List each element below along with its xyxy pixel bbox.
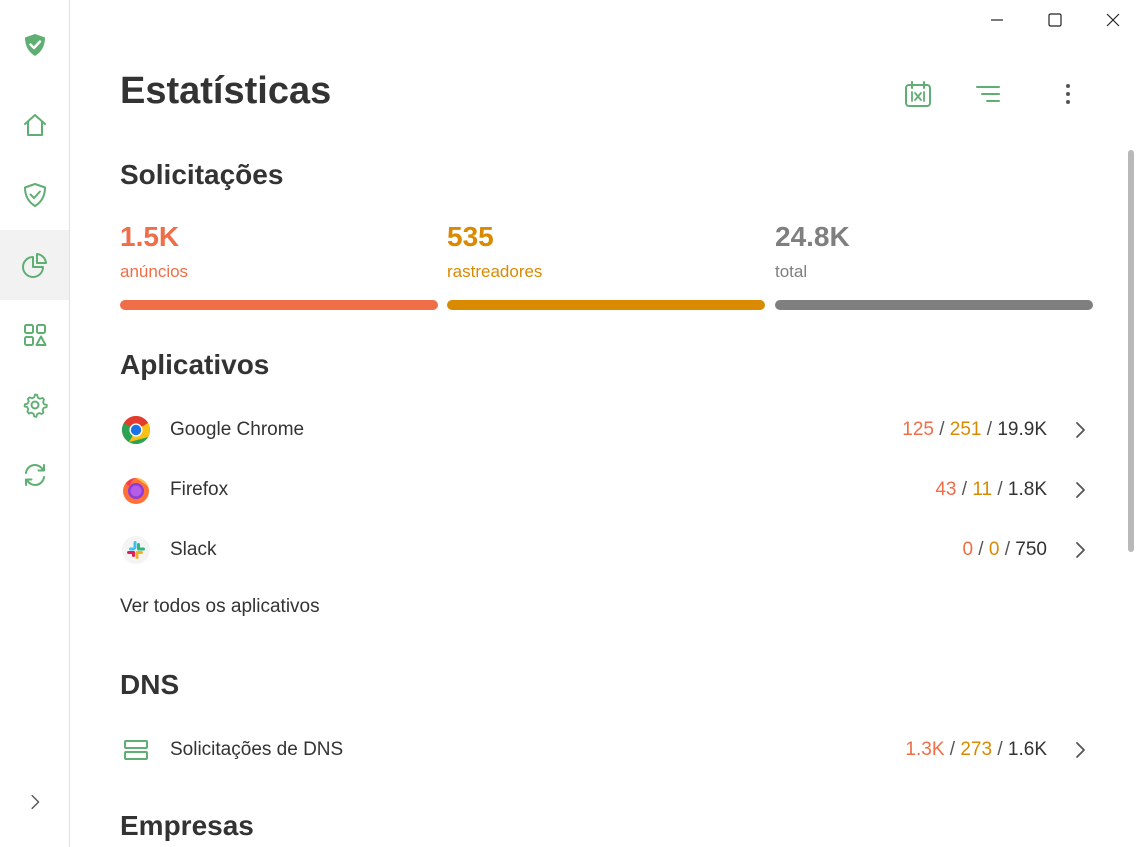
sidebar-item-settings[interactable] xyxy=(0,370,69,440)
minimize-icon xyxy=(991,19,1003,21)
trackers-count: 251 xyxy=(949,419,982,440)
ads-count: 1.5K xyxy=(120,221,180,252)
dns-servers-icon xyxy=(120,734,152,766)
app-counts: 43 / 11 / 1.8K xyxy=(935,479,1047,501)
trackers-count: 273 xyxy=(960,739,993,760)
app-name: Google Chrome xyxy=(170,419,305,440)
gear-icon xyxy=(23,393,48,418)
ads-count: 125 xyxy=(902,419,934,440)
sidebar-expand-button[interactable] xyxy=(0,767,69,837)
maximize-button[interactable] xyxy=(1033,4,1077,36)
sidebar xyxy=(0,0,70,847)
separator: / xyxy=(999,539,1016,560)
total-count: 1.6K xyxy=(1007,739,1047,760)
filter-button[interactable] xyxy=(970,76,1006,112)
sidebar-item-protection[interactable] xyxy=(0,160,69,230)
apps-section-title: Aplicativos xyxy=(120,349,270,380)
total-count: 1.8K xyxy=(1007,479,1047,500)
trackers-label: rastreadores xyxy=(447,262,543,281)
separator: / xyxy=(956,479,973,500)
chevron-right-icon xyxy=(1072,740,1088,760)
requests-section-title: Solicitações xyxy=(120,159,284,190)
dns-row-name: Solicitações de DNS xyxy=(170,739,344,760)
chevron-right-icon xyxy=(1072,480,1088,500)
app-row-firefox[interactable]: Firefox 43 / 11 / 1.8K xyxy=(120,470,1090,510)
firefox-icon xyxy=(120,474,152,506)
total-stat: 24.8K total xyxy=(775,220,1093,310)
trackers-bar xyxy=(447,300,765,310)
calendar-icon xyxy=(905,81,931,107)
trackers-count: 11 xyxy=(972,479,993,500)
minimize-button[interactable] xyxy=(975,4,1019,36)
chevron-right-icon xyxy=(30,794,39,810)
sidebar-item-statistics[interactable] xyxy=(0,230,69,300)
more-options-button[interactable] xyxy=(1050,76,1086,112)
see-all-apps-link[interactable]: Ver todos os aplicativos xyxy=(120,596,320,618)
ads-bar xyxy=(120,300,438,310)
apps-grid-icon xyxy=(23,324,46,346)
dns-counts: 1.3K / 273 / 1.6K xyxy=(905,739,1047,761)
app-counts: 125 / 251 / 19.9K xyxy=(902,419,1047,441)
sidebar-logo[interactable] xyxy=(0,10,69,80)
separator: / xyxy=(992,739,1008,760)
total-bar xyxy=(775,300,1093,310)
total-count: 750 xyxy=(1015,539,1047,560)
separator: / xyxy=(944,739,961,760)
ads-count: 43 xyxy=(935,479,957,500)
page-title: Estatísticas xyxy=(120,70,332,112)
trackers-stat: 535 rastreadores xyxy=(447,220,765,310)
date-range-button[interactable] xyxy=(900,76,936,112)
separator: / xyxy=(933,419,950,440)
chevron-right-icon xyxy=(1072,420,1088,440)
app-window: Estatísticas Solicitações 1.5K anúncios … xyxy=(0,0,1142,847)
trackers-count: 535 xyxy=(447,221,494,252)
separator: / xyxy=(981,419,998,440)
total-label: total xyxy=(775,262,808,281)
chevron-right-icon xyxy=(1072,540,1088,560)
filter-icon xyxy=(976,86,1000,102)
refresh-icon xyxy=(24,464,45,486)
total-count: 19.9K xyxy=(997,419,1047,440)
slack-icon xyxy=(120,534,152,566)
close-icon xyxy=(1106,13,1120,27)
app-row-chrome[interactable]: Google Chrome 125 / 251 / 19.9K xyxy=(120,410,1090,450)
trackers-count: 0 xyxy=(988,539,1000,560)
maximize-icon xyxy=(1048,13,1062,27)
sidebar-item-apps[interactable] xyxy=(0,300,69,370)
ads-stat: 1.5K anúncios xyxy=(120,220,438,310)
dns-section-title: DNS xyxy=(120,669,180,700)
separator: / xyxy=(973,539,989,560)
more-vert-icon xyxy=(1066,84,1070,104)
ads-count: 0 xyxy=(962,539,974,560)
sidebar-item-home[interactable] xyxy=(0,90,69,160)
home-icon xyxy=(23,114,46,136)
adguard-shield-icon xyxy=(24,34,45,56)
scrollbar-thumb[interactable] xyxy=(1128,150,1134,552)
chrome-icon xyxy=(120,414,152,446)
ads-count: 1.3K xyxy=(905,739,945,760)
shield-check-icon xyxy=(23,183,46,207)
ads-label: anúncios xyxy=(120,262,189,281)
sidebar-item-updates[interactable] xyxy=(0,440,69,510)
dns-requests-row[interactable]: Solicitações de DNS 1.3K / 273 / 1.6K xyxy=(120,730,1090,770)
app-name: Slack xyxy=(170,539,217,560)
app-counts: 0 / 0 / 750 xyxy=(962,539,1047,561)
separator: / xyxy=(992,479,1008,500)
total-count: 24.8K xyxy=(775,221,850,252)
companies-section-title: Empresas xyxy=(120,810,254,841)
app-name: Firefox xyxy=(170,479,229,500)
app-row-slack[interactable]: Slack 0 / 0 / 750 xyxy=(120,530,1090,570)
pie-chart-icon xyxy=(21,253,47,278)
close-button[interactable] xyxy=(1091,4,1135,36)
